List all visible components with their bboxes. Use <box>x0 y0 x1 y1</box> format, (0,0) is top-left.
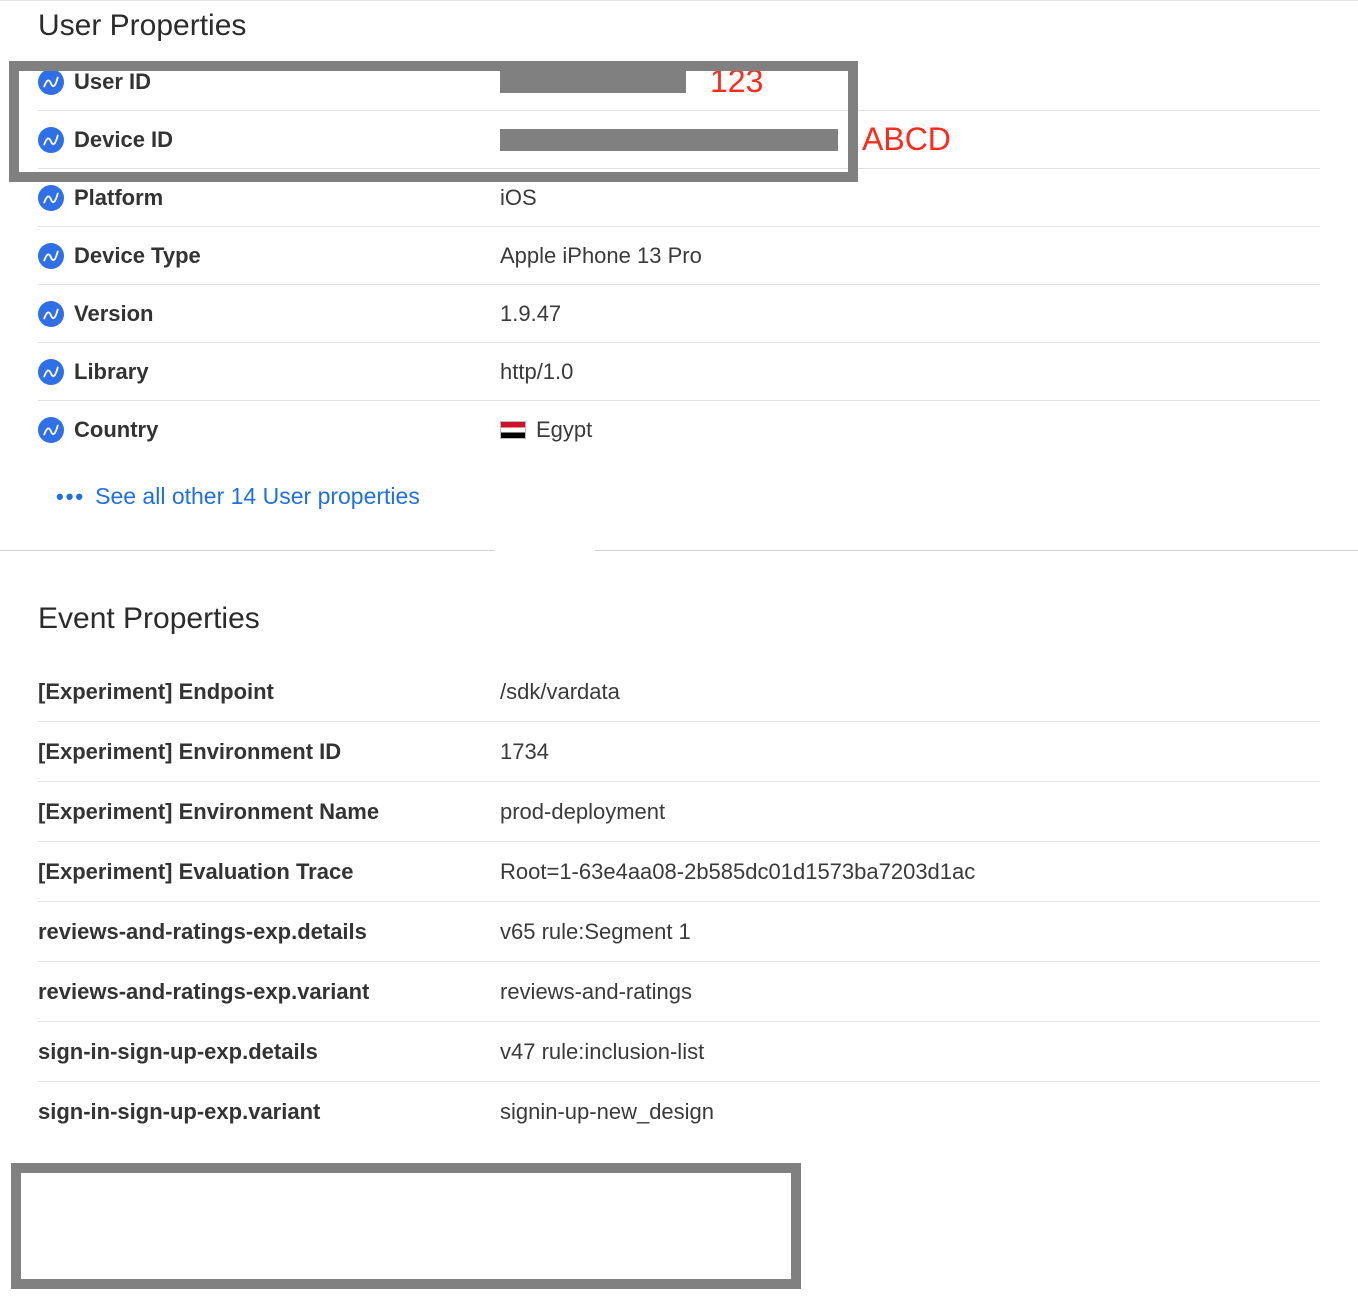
amplitude-icon <box>38 127 64 153</box>
section-divider <box>0 550 1358 584</box>
user-properties-section: User Properties User ID 123 Device ID <box>0 1 1358 544</box>
property-value: Egypt <box>536 417 592 443</box>
amplitude-icon <box>38 301 64 327</box>
table-row: reviews-and-ratings-exp.details v65 rule… <box>38 902 1320 962</box>
amplitude-icon <box>38 243 64 269</box>
redacted-value <box>500 129 838 151</box>
table-row: Device Type Apple iPhone 13 Pro <box>38 227 1320 285</box>
redacted-value <box>500 71 686 93</box>
property-value: iOS <box>500 185 1320 211</box>
property-label: [Experiment] Endpoint <box>38 679 274 705</box>
property-value: Apple iPhone 13 Pro <box>500 243 1320 269</box>
flag-egypt-icon <box>500 421 526 439</box>
property-label: Device ID <box>74 127 173 153</box>
property-label: Device Type <box>74 243 201 269</box>
property-value: reviews-and-ratings <box>500 979 1320 1005</box>
property-value: http/1.0 <box>500 359 1320 385</box>
property-value: signin-up-new_design <box>500 1099 1320 1125</box>
table-row: Version 1.9.47 <box>38 285 1320 343</box>
table-row: sign-in-sign-up-exp.variant signin-up-ne… <box>38 1082 1320 1142</box>
highlight-box <box>11 1163 801 1289</box>
table-row: Platform iOS <box>38 169 1320 227</box>
table-row: sign-in-sign-up-exp.details v47 rule:inc… <box>38 1022 1320 1082</box>
amplitude-icon <box>38 359 64 385</box>
property-label: sign-in-sign-up-exp.variant <box>38 1099 320 1125</box>
table-row: [Experiment] Environment Name prod-deplo… <box>38 782 1320 842</box>
property-label: User ID <box>74 69 151 95</box>
property-label: [Experiment] Evaluation Trace <box>38 859 353 885</box>
property-label: Library <box>74 359 149 385</box>
property-value: v65 rule:Segment 1 <box>500 919 1320 945</box>
property-label: [Experiment] Environment Name <box>38 799 379 825</box>
property-label: [Experiment] Environment ID <box>38 739 341 765</box>
table-row: Device ID ABCD <box>38 111 1320 169</box>
table-row: User ID 123 <box>38 53 1320 111</box>
amplitude-icon <box>38 417 64 443</box>
property-value: 1.9.47 <box>500 301 1320 327</box>
table-row: Library http/1.0 <box>38 343 1320 401</box>
table-row: [Experiment] Evaluation Trace Root=1-63e… <box>38 842 1320 902</box>
property-value: /sdk/vardata <box>500 679 1320 705</box>
table-row: reviews-and-ratings-exp.variant reviews-… <box>38 962 1320 1022</box>
property-label: Platform <box>74 185 163 211</box>
property-label: Version <box>74 301 153 327</box>
amplitude-icon <box>38 185 64 211</box>
property-label: sign-in-sign-up-exp.details <box>38 1039 318 1065</box>
table-row: Country Egypt <box>38 401 1320 459</box>
amplitude-icon <box>38 69 64 95</box>
event-properties-section: Event Properties [Experiment] Endpoint /… <box>0 584 1358 1142</box>
property-value: prod-deployment <box>500 799 1320 825</box>
ellipsis-icon: ••• <box>56 484 85 510</box>
annotation-text: ABCD <box>862 121 951 158</box>
see-all-properties-link[interactable]: See all other 14 User properties <box>95 483 420 510</box>
property-value: 1734 <box>500 739 1320 765</box>
property-label: reviews-and-ratings-exp.details <box>38 919 367 945</box>
table-row: [Experiment] Endpoint /sdk/vardata <box>38 662 1320 722</box>
property-value: Root=1-63e4aa08-2b585dc01d1573ba7203d1ac <box>500 859 1320 885</box>
property-label: Country <box>74 417 158 443</box>
event-properties-title: Event Properties <box>38 584 1320 662</box>
property-value: v47 rule:inclusion-list <box>500 1039 1320 1065</box>
table-row: [Experiment] Environment ID 1734 <box>38 722 1320 782</box>
user-properties-title: User Properties <box>38 1 1320 53</box>
annotation-text: 123 <box>710 63 763 100</box>
property-label: reviews-and-ratings-exp.variant <box>38 979 369 1005</box>
